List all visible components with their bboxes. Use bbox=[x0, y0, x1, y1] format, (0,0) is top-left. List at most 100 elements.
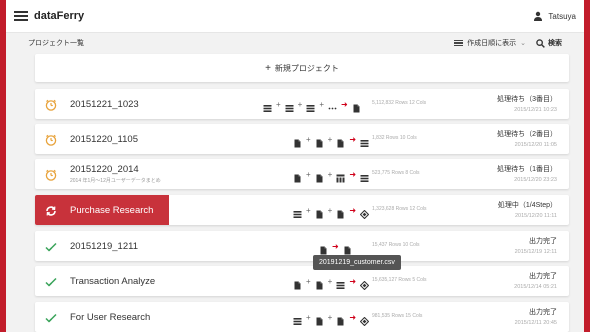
menu-icon[interactable] bbox=[14, 11, 28, 21]
plus-icon: + bbox=[297, 99, 303, 109]
project-stats: 1,832 Rows 10 Cols bbox=[372, 135, 417, 141]
project-row[interactable]: 20151220_2014 2014 年1月〜12月ユーザーデータまとめ + + ➜ 52… bbox=[35, 159, 569, 189]
arrow-right-icon: ➜ bbox=[349, 134, 357, 144]
cols-unit: Cols bbox=[409, 170, 420, 176]
top-bar: dataFerry Tatsuya bbox=[6, 0, 584, 33]
project-name[interactable]: 20151220_1105 bbox=[70, 134, 138, 145]
project-name[interactable]: For User Research bbox=[70, 312, 150, 323]
pipeline: ➜ bbox=[319, 239, 352, 254]
status-label: 出力完了 bbox=[529, 238, 557, 245]
plus-icon: + bbox=[306, 312, 311, 322]
status-label: 出力完了 bbox=[529, 309, 557, 316]
file-icon[interactable] bbox=[315, 135, 324, 147]
table-icon[interactable] bbox=[360, 135, 369, 147]
pipeline: + + ➜ bbox=[293, 167, 369, 182]
project-row[interactable]: Transaction Analyze + + ➜ 15,635,127 Rows 5 … bbox=[35, 266, 569, 296]
project-row[interactable]: 20151220_1105 + + ➜ 1,832 Rows 10 Cols 処理待ち（2… bbox=[35, 124, 569, 154]
plus-icon: + bbox=[327, 169, 333, 179]
plus-icon: + bbox=[306, 134, 311, 144]
row-count: 1,323,628 bbox=[372, 206, 395, 212]
project-row[interactable]: 20151219_1211 ➜ 15,437 Rows 10 Cols 出力完了 201… bbox=[35, 231, 569, 261]
rows-unit: Rows bbox=[395, 100, 408, 106]
processing-icon bbox=[45, 204, 57, 216]
table-icon[interactable] bbox=[360, 170, 369, 182]
file-icon[interactable] bbox=[293, 170, 302, 182]
arrow-right-icon: ➜ bbox=[349, 169, 357, 179]
plus-icon: + bbox=[306, 205, 311, 215]
col-count: 10 bbox=[399, 135, 406, 141]
cols-unit: Cols bbox=[416, 206, 427, 212]
file-icon[interactable] bbox=[293, 277, 302, 289]
project-stats: 981,535 Rows 15 Cols bbox=[372, 313, 422, 319]
project-name[interactable]: Transaction Analyze bbox=[70, 276, 155, 287]
file-icon[interactable] bbox=[336, 313, 345, 325]
table-icon[interactable] bbox=[293, 313, 302, 325]
new-project-button[interactable]: + 新規プロジェクト bbox=[35, 54, 569, 82]
col-count: 12 bbox=[409, 206, 416, 212]
file-icon[interactable] bbox=[315, 170, 324, 182]
file-icon[interactable] bbox=[315, 277, 324, 289]
project-name[interactable]: 20151220_2014 bbox=[70, 164, 139, 175]
sort-dropdown[interactable]: 作成日順に表示 ⌄ bbox=[454, 38, 526, 48]
project-row[interactable]: For User Research + + ➜ 981,535 Rows 15 Cols… bbox=[35, 302, 569, 332]
project-name[interactable]: 20151219_1211 bbox=[70, 241, 138, 252]
user-menu[interactable]: Tatsuya bbox=[533, 11, 576, 21]
plus-icon: + bbox=[306, 169, 311, 179]
table-icon[interactable] bbox=[306, 100, 315, 112]
project-row[interactable]: 20151221_1023 + + + ➜ 5,112,832 Rows 12 Cols 処… bbox=[35, 89, 569, 119]
search-button[interactable]: 検索 bbox=[536, 38, 562, 48]
cols-unit: Cols bbox=[416, 277, 427, 283]
project-name[interactable]: Purchase Research bbox=[70, 205, 153, 216]
check-icon bbox=[45, 240, 57, 252]
dots-icon bbox=[328, 100, 337, 109]
project-stats: 1,323,628 Rows 12 Cols bbox=[372, 206, 427, 212]
table-icon[interactable] bbox=[293, 206, 302, 218]
table-icon[interactable] bbox=[336, 277, 345, 289]
project-status: 処理待ち（2番目） 2015/12/20 11:05 bbox=[497, 129, 557, 148]
grid-icon bbox=[336, 170, 345, 182]
pipeline: + + + ➜ bbox=[263, 97, 361, 112]
arrow-right-icon: ➜ bbox=[341, 99, 348, 109]
pipeline: + + ➜ bbox=[293, 203, 370, 219]
cols-unit: Cols bbox=[416, 100, 427, 106]
row-count: 5,112,832 bbox=[372, 100, 394, 106]
sub-bar: プロジェクト一覧 作成日順に表示 ⌄ 検索 bbox=[6, 33, 584, 53]
file-icon[interactable] bbox=[293, 135, 302, 147]
search-icon bbox=[536, 38, 545, 48]
row-count: 1,832 bbox=[372, 135, 385, 141]
cols-unit: Cols bbox=[406, 135, 417, 141]
status-time: 2015/12/19 12:11 bbox=[514, 249, 557, 255]
project-row[interactable]: Purchase Research + + ➜ 1,323,628 Rows 12 Co… bbox=[35, 195, 569, 225]
rows-unit: Rows bbox=[395, 206, 409, 212]
arrow-right-icon: ➜ bbox=[349, 312, 357, 322]
plus-icon: + bbox=[319, 99, 325, 109]
col-count: 15 bbox=[405, 313, 411, 319]
status-label: 処理中（1/4Step） bbox=[497, 202, 557, 209]
plus-icon: + bbox=[265, 62, 271, 74]
status-label: 出力完了 bbox=[529, 273, 557, 280]
file-tooltip: 20191219_customer.csv bbox=[313, 255, 401, 270]
project-name[interactable]: 20151221_1023 bbox=[70, 99, 139, 110]
project-status: 出力完了 2015/12/11 20:45 bbox=[515, 307, 557, 326]
user-icon bbox=[534, 11, 543, 21]
plus-icon: + bbox=[327, 312, 333, 322]
file-icon[interactable] bbox=[315, 206, 324, 218]
project-status: 処理待ち（3番目） 2015/12/21 10:23 bbox=[497, 94, 557, 113]
project-stats: 15,635,127 Rows 5 Cols bbox=[372, 277, 427, 283]
diamond-icon bbox=[359, 206, 370, 219]
app-window: dataFerry Tatsuya プロジェクト一覧 作成日順に表示 ⌄ 検索 … bbox=[6, 0, 584, 332]
file-icon[interactable] bbox=[336, 135, 345, 147]
file-icon[interactable] bbox=[352, 100, 361, 112]
table-icon[interactable] bbox=[263, 100, 272, 112]
file-icon[interactable] bbox=[336, 206, 345, 218]
plus-icon: + bbox=[327, 205, 333, 215]
cols-unit: Cols bbox=[409, 242, 420, 248]
check-icon bbox=[45, 275, 57, 287]
project-stats: 15,437 Rows 10 Cols bbox=[372, 242, 420, 248]
file-icon[interactable] bbox=[319, 242, 328, 254]
file-icon[interactable] bbox=[343, 242, 352, 254]
table-icon[interactable] bbox=[285, 100, 294, 112]
diamond-icon bbox=[359, 313, 370, 326]
plus-icon: + bbox=[306, 276, 311, 286]
file-icon[interactable] bbox=[315, 313, 324, 325]
